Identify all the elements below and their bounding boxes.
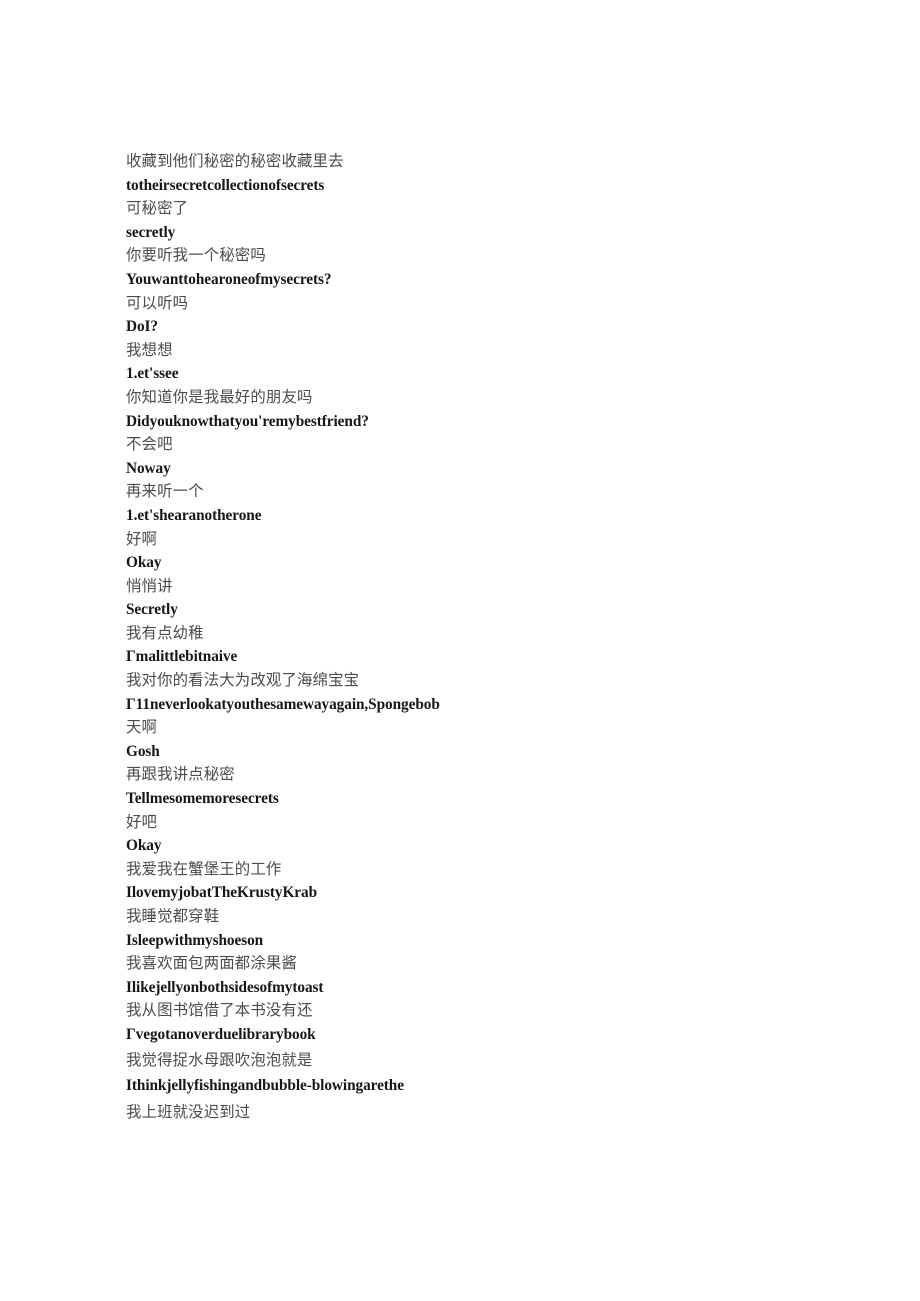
transcript-line-zh: 我喜欢面包两面都涂果酱 — [126, 954, 297, 973]
transcript-line-en: secretly — [126, 223, 176, 241]
transcript-line-zh: 我上班就没迟到过 — [126, 1102, 251, 1121]
transcript-line-en: Γvegotanoverduelibrarybook — [126, 1025, 316, 1043]
transcript-line-zh: 我从图书馆借了本书没有还 — [126, 1001, 313, 1020]
transcript-line-en: Noway — [126, 459, 171, 477]
transcript-line-zh: 我想想 — [126, 340, 173, 359]
transcript-line-zh: 我睡觉都穿鞋 — [126, 907, 220, 925]
transcript-line-en: Tellmesomemoresecrets — [126, 790, 279, 808]
transcript-line-zh: 你要听我一个秘密吗 — [126, 246, 266, 265]
transcript-line-en: IlovemyjobatTheKrustyKrab — [126, 884, 317, 902]
transcript-line-zh: 再跟我讲点秘密 — [126, 765, 235, 784]
transcript-line-zh: 不会吧 — [126, 435, 173, 454]
transcript-line-en: Gosh — [126, 742, 160, 760]
transcript-line-zh: 悄悄讲 — [126, 576, 173, 595]
transcript-line-en: Isleepwithmyshoeson — [126, 931, 264, 949]
transcript-line-zh: 好啊 — [126, 529, 158, 548]
transcript-line-zh: 收藏到他们秘密的秘密收藏里去 — [126, 152, 344, 170]
transcript-line-zh: 我觉得捉水母跟吹泡泡就是 — [126, 1050, 313, 1069]
transcript-line-en: 1.et'shearanotherone — [126, 506, 262, 524]
transcript-line-en: Γmalittlebitnaive — [126, 648, 238, 666]
transcript-line-en: 1.et'ssee — [126, 365, 179, 383]
transcript-line-en: totheirsecretcollectionofsecrets — [126, 176, 325, 194]
transcript-line-en: Youwanttohearoneofmysecrets? — [126, 270, 332, 288]
transcript-line-en: Okay — [126, 554, 162, 572]
transcript-line-zh: 可秘密了 — [126, 199, 189, 218]
transcript-line-zh: 可以听吗 — [126, 293, 189, 312]
document-page: 收藏到他们秘密的秘密收藏里去 totheirsecretcollectionofs… — [0, 0, 920, 1301]
transcript-line-zh: 我有点幼稚 — [126, 623, 204, 642]
transcript-line-zh: 你知道你是我最好的朋友吗 — [126, 387, 313, 406]
transcript-line-en: Okay — [126, 837, 162, 855]
transcript-line-zh: 天啊 — [126, 718, 158, 737]
transcript-line-en: Ithinkjellyfishingandbubble-blowingareth… — [126, 1076, 404, 1094]
transcript-line-zh: 再来听一个 — [126, 482, 204, 501]
transcript-line-en: Γ11neverlookatyouthesamewayagain,Spongeb… — [126, 695, 440, 713]
transcript-line-zh: 好吧 — [126, 812, 158, 831]
transcript-line-en: Didyouknowthatyou'remybestfriend? — [126, 412, 369, 430]
transcript-line-en: Ilikejellyonbothsidesofmytoast — [126, 978, 324, 996]
transcript-line-zh: 我对你的看法大为改观了海绵宝宝 — [126, 671, 360, 690]
transcript-line-en: DoI? — [126, 318, 158, 336]
transcript-body: 收藏到他们秘密的秘密收藏里去 totheirsecretcollectionofs… — [126, 150, 866, 1125]
transcript-line-zh: 我爱我在蟹堡王的工作 — [126, 859, 282, 878]
transcript-line-en: Secretly — [126, 601, 178, 619]
